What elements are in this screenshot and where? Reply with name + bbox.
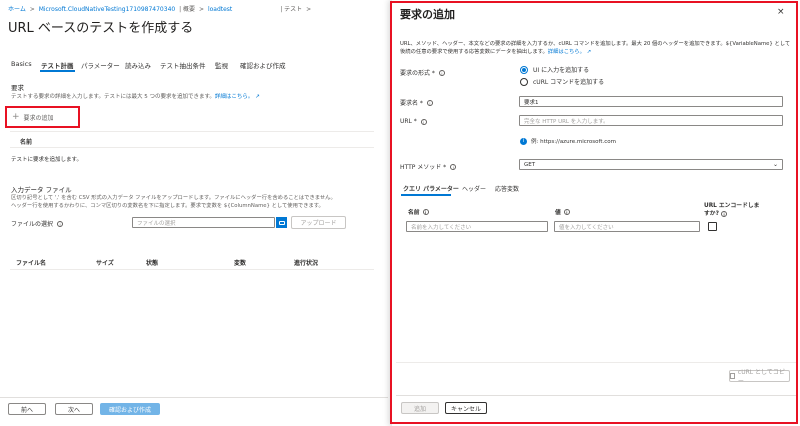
requests-description: テストする要求の詳細を入力します。テストには最大 5 つの要求を追加できます。詳… xyxy=(11,92,260,100)
highlight-panel xyxy=(390,1,798,424)
previous-button[interactable]: 前へ xyxy=(8,403,46,415)
column-progress: 進行状況 xyxy=(294,260,319,267)
breadcrumb-tests[interactable]: | テスト xyxy=(280,6,302,13)
requests-empty-message: テストに要求を追加します。 xyxy=(11,157,82,163)
tab-test-criteria[interactable]: テスト抽出条件 xyxy=(160,60,206,70)
requests-column-name: 名前 xyxy=(20,139,33,146)
column-size: サイズ xyxy=(96,260,114,267)
file-select-label: ファイルの選択 i xyxy=(11,219,64,228)
input-file-heading: 入力データ ファイル xyxy=(11,186,72,194)
review-create-button[interactable]: 確認および作成 xyxy=(100,403,160,415)
file-select-input[interactable]: ファイルの選択 xyxy=(132,217,275,228)
column-file-name: ファイル名 xyxy=(16,260,47,267)
tab-test-plan[interactable]: テスト計画 xyxy=(41,60,74,70)
footer-divider xyxy=(0,397,388,398)
external-link-icon: ↗ xyxy=(253,94,260,100)
next-button[interactable]: 次へ xyxy=(55,403,93,415)
file-select-label-text: ファイルの選択 xyxy=(11,221,54,228)
column-status: 状態 xyxy=(146,260,159,267)
requests-heading: 要求 xyxy=(11,84,24,92)
breadcrumb-overview[interactable]: | 概要 xyxy=(179,6,195,13)
breadcrumb-home[interactable]: ホーム xyxy=(8,6,26,13)
tab-parameters[interactable]: パラメーター xyxy=(81,60,120,70)
divider xyxy=(10,269,374,270)
requests-description-text: テストする要求の詳細を入力します。テストには最大 5 つの要求を追加できます。 xyxy=(11,94,215,100)
highlight-add-request xyxy=(5,106,80,128)
tab-basics[interactable]: Basics xyxy=(11,60,32,68)
more-options-button[interactable]: ··· xyxy=(157,20,165,29)
folder-browse-button[interactable] xyxy=(276,217,287,228)
divider xyxy=(10,131,374,132)
tab-review-create[interactable]: 確認および作成 xyxy=(240,60,286,70)
tab-load[interactable]: 読み込み xyxy=(125,60,151,70)
divider xyxy=(10,147,374,148)
active-tab-indicator xyxy=(40,70,75,72)
info-icon: i xyxy=(57,220,64,227)
column-variables: 変数 xyxy=(234,260,247,267)
requests-learn-more-link[interactable]: 詳細はこちら。 xyxy=(215,94,254,100)
page-title: URL ベースのテストを作成する xyxy=(8,21,194,36)
breadcrumb: ホーム > Microsoft.CloudNativeTesting171098… xyxy=(8,4,311,13)
folder-icon xyxy=(278,220,285,225)
upload-button[interactable]: アップロード xyxy=(291,216,346,229)
breadcrumb-separator: > xyxy=(306,6,312,13)
breadcrumb-resource[interactable]: Microsoft.CloudNativeTesting171098747034… xyxy=(39,6,176,13)
input-file-description: 区切り記号として ',' を含む CSV 形式の入力データ ファイルをアップロー… xyxy=(11,195,336,209)
breadcrumb-loadtest[interactable]: loadtest xyxy=(208,6,232,13)
breadcrumb-separator: > xyxy=(198,6,205,13)
breadcrumb-separator: > xyxy=(29,6,35,13)
tab-monitoring[interactable]: 監視 xyxy=(215,60,228,70)
